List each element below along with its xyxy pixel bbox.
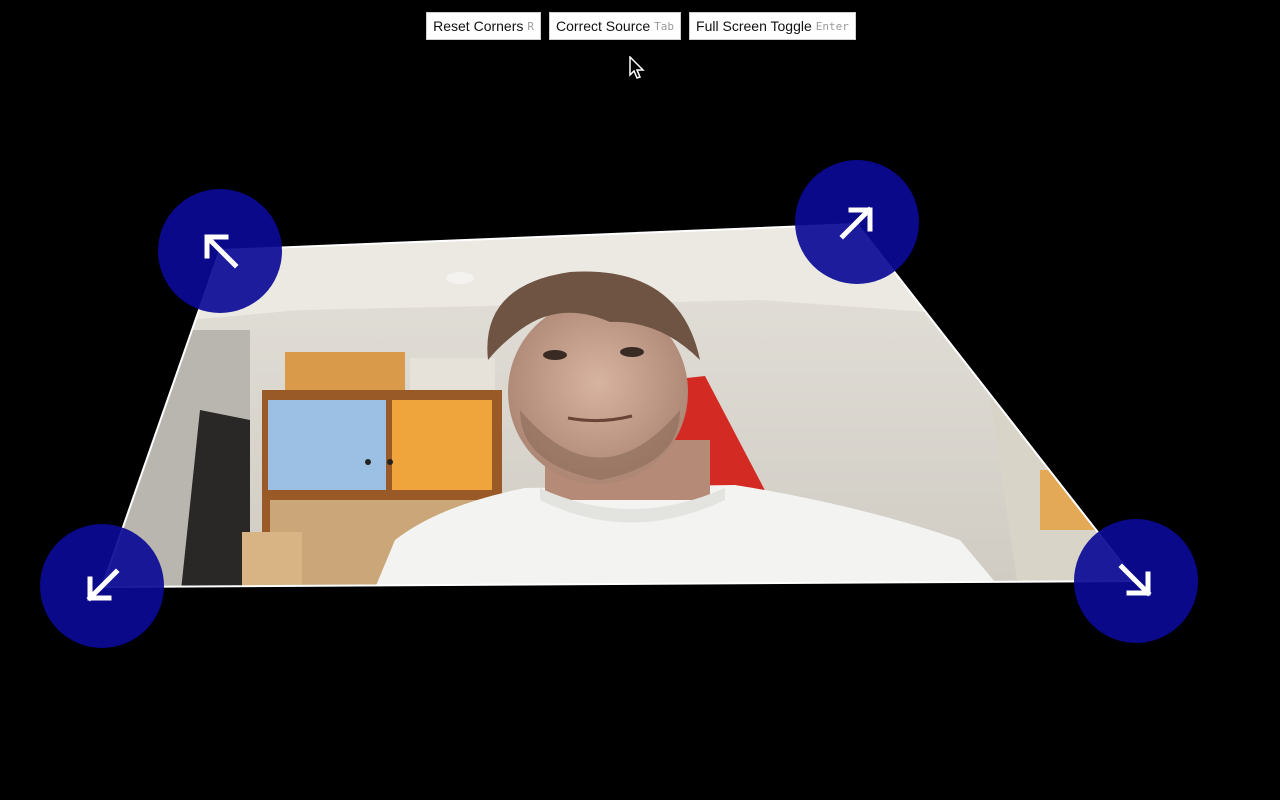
correct-source-button[interactable]: Correct Source Tab [549,12,682,40]
projection-stage: Reset Corners R Correct Source Tab Full … [0,0,1280,800]
corner-handle-bottom-left[interactable] [40,524,164,648]
corner-handle-top-left[interactable] [158,189,282,313]
reset-corners-shortcut: R [527,19,535,33]
reset-corners-label: Reset Corners [433,18,524,34]
correct-source-label: Correct Source [556,18,651,34]
correct-source-shortcut: Tab [654,19,675,33]
toolbar: Reset Corners R Correct Source Tab Full … [0,12,1280,40]
corner-handle-bottom-right[interactable] [1074,519,1198,643]
warp-scene [40,160,1198,648]
reset-corners-button[interactable]: Reset Corners R [426,12,542,40]
fullscreen-toggle-shortcut: Enter [815,19,849,33]
fullscreen-toggle-button[interactable]: Full Screen Toggle Enter [689,12,856,40]
corner-handle-top-right[interactable] [795,160,919,284]
fullscreen-toggle-label: Full Screen Toggle [696,18,812,34]
mouse-pointer-icon [629,56,645,79]
